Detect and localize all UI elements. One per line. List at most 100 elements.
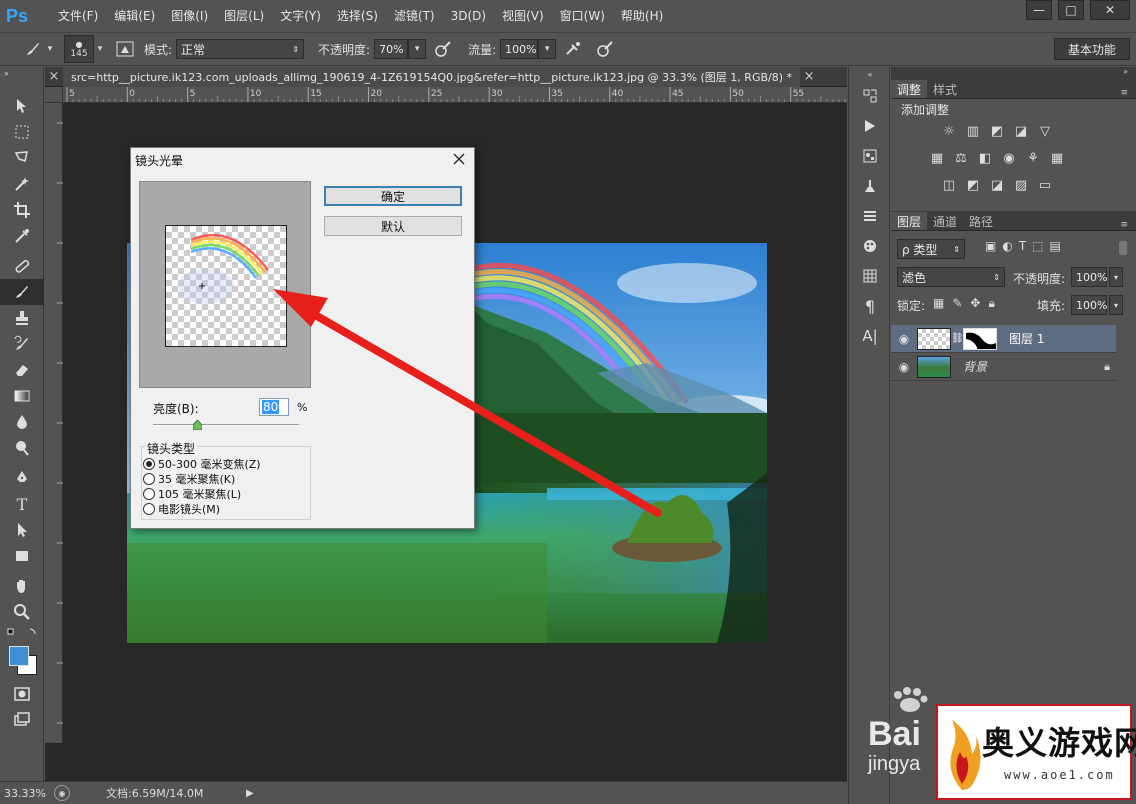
screen-mode-icon[interactable] xyxy=(0,707,44,733)
fill-input[interactable]: 100% xyxy=(1071,295,1107,315)
layer-name[interactable]: 图层 1 xyxy=(1009,330,1044,347)
menu-file[interactable]: 文件(F) xyxy=(50,0,106,32)
layer-name[interactable]: 背景 xyxy=(963,358,987,375)
photo-filter-icon[interactable]: ◉ xyxy=(1000,150,1018,166)
menu-window[interactable]: 窗口(W) xyxy=(552,0,613,32)
history-panel-icon[interactable] xyxy=(849,81,891,111)
dodge-tool-icon[interactable] xyxy=(0,435,44,461)
link-icon[interactable]: ⛓ xyxy=(951,333,964,344)
quick-mask-icon[interactable] xyxy=(0,681,44,707)
eyedropper-tool-icon[interactable] xyxy=(0,223,44,249)
threshold-icon[interactable]: ◪ xyxy=(988,177,1006,193)
magic-wand-tool-icon[interactable] xyxy=(0,171,44,197)
panel-menu-icon[interactable]: ≡ xyxy=(1120,220,1128,230)
pressure-size-icon[interactable] xyxy=(594,38,616,60)
color-panel-icon[interactable] xyxy=(849,231,891,261)
gradient-tool-icon[interactable] xyxy=(0,383,44,409)
status-expand-icon[interactable]: ▶ xyxy=(246,788,254,799)
menu-help[interactable]: 帮助(H) xyxy=(613,0,671,32)
tab-paths[interactable]: 路径 xyxy=(963,212,999,230)
healing-brush-tool-icon[interactable] xyxy=(0,253,44,279)
collapse-strip-icon[interactable]: « xyxy=(849,67,891,81)
actions-panel-icon[interactable] xyxy=(849,111,891,141)
menu-image[interactable]: 图像(I) xyxy=(163,0,216,32)
menu-filter[interactable]: 滤镜(T) xyxy=(386,0,443,32)
shape-layer-filter-icon[interactable]: ⬚ xyxy=(1032,239,1043,253)
posterize-icon[interactable]: ◩ xyxy=(964,177,982,193)
history-brush-tool-icon[interactable] xyxy=(0,331,44,357)
tool-presets-panel-icon[interactable] xyxy=(849,201,891,231)
layer-opacity-input[interactable]: 100% xyxy=(1071,267,1107,287)
rectangle-tool-icon[interactable] xyxy=(0,543,44,569)
tool-preset-dropdown-icon[interactable]: ▾ xyxy=(44,38,56,60)
filter-toggle-icon[interactable] xyxy=(1119,241,1127,255)
brightness-contrast-icon[interactable]: ☼ xyxy=(940,123,958,139)
info-panel-icon[interactable] xyxy=(849,141,891,171)
type-tool-icon[interactable]: T xyxy=(0,491,44,517)
visibility-eye-icon[interactable]: ◉ xyxy=(891,360,917,374)
selective-color-icon[interactable]: ▨ xyxy=(1012,177,1030,193)
close-window-button[interactable]: ✕ xyxy=(1090,0,1130,20)
blur-tool-icon[interactable] xyxy=(0,409,44,435)
eraser-tool-icon[interactable] xyxy=(0,357,44,383)
workspace-button[interactable]: 基本功能 xyxy=(1054,38,1130,60)
lock-transparent-icon[interactable]: ▦ xyxy=(933,296,944,311)
invert-icon[interactable]: ◫ xyxy=(940,177,958,193)
type-layer-filter-icon[interactable]: T xyxy=(1019,239,1026,253)
layer-filter-select[interactable]: ρ 类型 ⇕ xyxy=(897,239,965,259)
menu-view[interactable]: 视图(V) xyxy=(494,0,552,32)
brush-panel-toggle-icon[interactable] xyxy=(114,38,136,60)
character-panel-icon[interactable]: A| xyxy=(849,321,891,351)
layer-mask-thumbnail[interactable] xyxy=(963,327,997,350)
gradient-map-icon[interactable]: ▭ xyxy=(1036,177,1054,193)
brush-tool-preset-icon[interactable] xyxy=(22,38,44,60)
tab-styles[interactable]: 样式 xyxy=(927,80,963,98)
adjustment-layer-filter-icon[interactable]: ◐ xyxy=(1002,239,1012,253)
menu-select[interactable]: 选择(S) xyxy=(329,0,386,32)
fill-dropdown-icon[interactable]: ▾ xyxy=(1109,295,1123,315)
opacity-dropdown-icon[interactable]: ▾ xyxy=(1109,267,1123,287)
blend-mode-select[interactable]: 滤色 ⇕ xyxy=(897,267,1005,287)
tab-adjustments[interactable]: 调整 xyxy=(891,80,928,98)
maximize-button[interactable]: □ xyxy=(1058,0,1084,20)
color-lookup-icon[interactable]: ▦ xyxy=(1048,150,1066,166)
paragraph-panel-icon[interactable]: ¶ xyxy=(849,291,891,321)
airbrush-icon[interactable] xyxy=(562,38,584,60)
marquee-tool-icon[interactable] xyxy=(0,119,44,145)
zoom-tool-icon[interactable] xyxy=(0,599,44,625)
pressure-opacity-icon[interactable] xyxy=(432,38,454,60)
flow-input[interactable]: 100% xyxy=(500,39,539,59)
panel-menu-icon[interactable]: ≡ xyxy=(1120,88,1128,98)
opacity-input[interactable]: 70% xyxy=(374,39,409,59)
levels-icon[interactable]: ▥ xyxy=(964,123,982,139)
menu-3d[interactable]: 3D(D) xyxy=(443,0,494,32)
layer-row-background[interactable]: ◉ 背景 🔒︎ xyxy=(891,353,1116,381)
curves-icon[interactable]: ◩ xyxy=(988,123,1006,139)
minimize-button[interactable]: — xyxy=(1026,0,1052,20)
collapse-toolbar-icon[interactable]: » xyxy=(0,67,44,79)
brush-presets-panel-icon[interactable] xyxy=(849,171,891,201)
foreground-color-swatch[interactable] xyxy=(9,646,29,666)
pixel-layer-filter-icon[interactable]: ▣ xyxy=(985,239,996,253)
swap-colors-icon[interactable] xyxy=(0,625,44,641)
brush-size-picker[interactable]: ● 145 xyxy=(64,35,94,63)
move-tool-icon[interactable] xyxy=(0,93,44,119)
menu-type[interactable]: 文字(Y) xyxy=(272,0,329,32)
panel-collapse-bar[interactable]: » xyxy=(891,67,1136,79)
zoom-level[interactable]: 33.33% xyxy=(0,787,48,800)
menu-edit[interactable]: 编辑(E) xyxy=(106,0,163,32)
flow-dropdown-icon[interactable]: ▾ xyxy=(538,39,557,59)
pen-tool-icon[interactable] xyxy=(0,465,44,491)
black-white-icon[interactable]: ◧ xyxy=(976,150,994,166)
hue-saturation-icon[interactable]: ▦ xyxy=(928,150,946,166)
vibrance-icon[interactable]: ▽ xyxy=(1036,123,1054,139)
smart-object-filter-icon[interactable]: ▤ xyxy=(1050,239,1061,253)
mode-select[interactable]: 正常 ⇕ xyxy=(176,39,305,59)
visibility-eye-icon[interactable]: ◉ xyxy=(891,332,917,346)
tab-channels[interactable]: 通道 xyxy=(927,212,963,230)
menu-layer[interactable]: 图层(L) xyxy=(216,0,272,32)
tab-layers[interactable]: 图层 xyxy=(891,212,928,230)
color-balance-icon[interactable]: ⚖ xyxy=(952,150,970,166)
lock-all-icon[interactable]: 🔒︎ xyxy=(988,296,994,311)
hand-tool-icon[interactable] xyxy=(0,573,44,599)
